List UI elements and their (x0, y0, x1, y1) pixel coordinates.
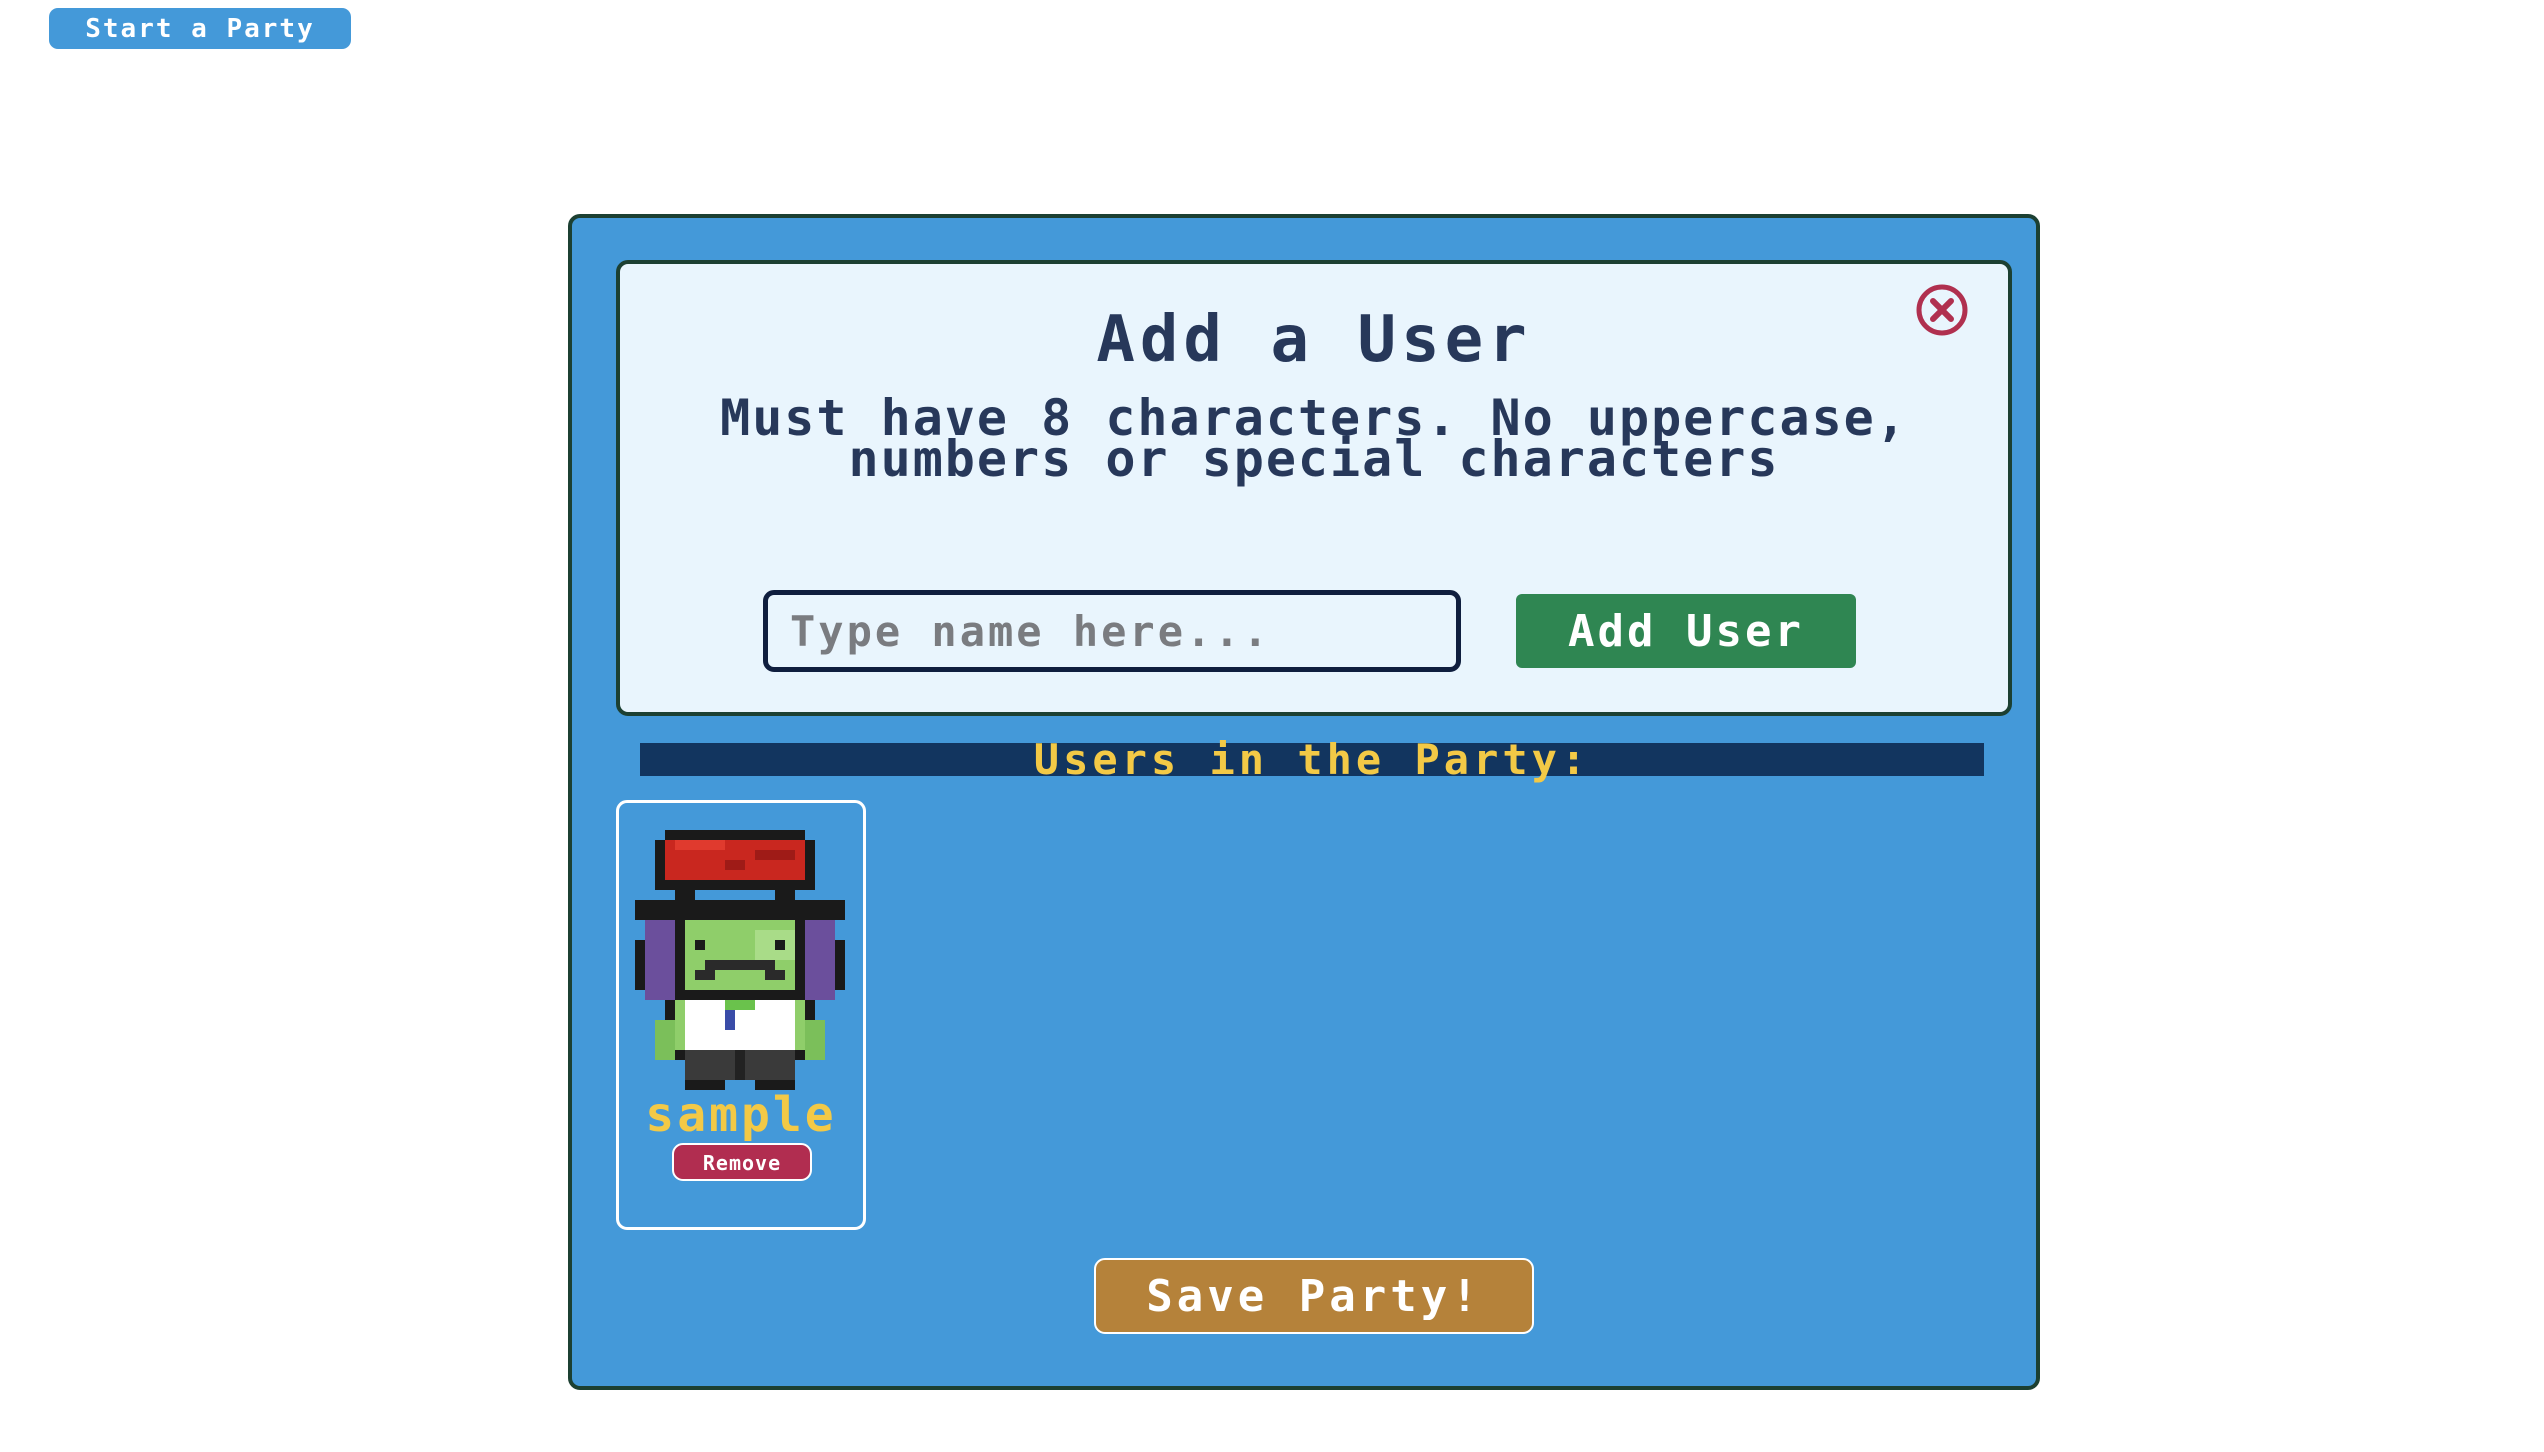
user-card: sample Remove (616, 800, 866, 1230)
remove-user-button[interactable]: Remove (672, 1143, 812, 1181)
user-name-label: sample (645, 1087, 837, 1143)
add-user-modal: Add a User Must have 8 characters. No up… (568, 214, 2040, 1390)
user-name-input[interactable] (763, 590, 1461, 672)
save-party-button[interactable]: Save Party! (1094, 1258, 1534, 1334)
add-user-button[interactable]: Add User (1516, 594, 1856, 668)
party-users-header: Users in the Party: (640, 739, 1984, 781)
add-user-form-panel: Add a User Must have 8 characters. No up… (616, 260, 2012, 716)
modal-title: Add a User (1096, 303, 1532, 377)
user-avatar (635, 830, 845, 1090)
start-party-button[interactable]: Start a Party (49, 8, 351, 49)
name-rules-text: Must have 8 characters. No uppercase, nu… (720, 389, 1908, 488)
